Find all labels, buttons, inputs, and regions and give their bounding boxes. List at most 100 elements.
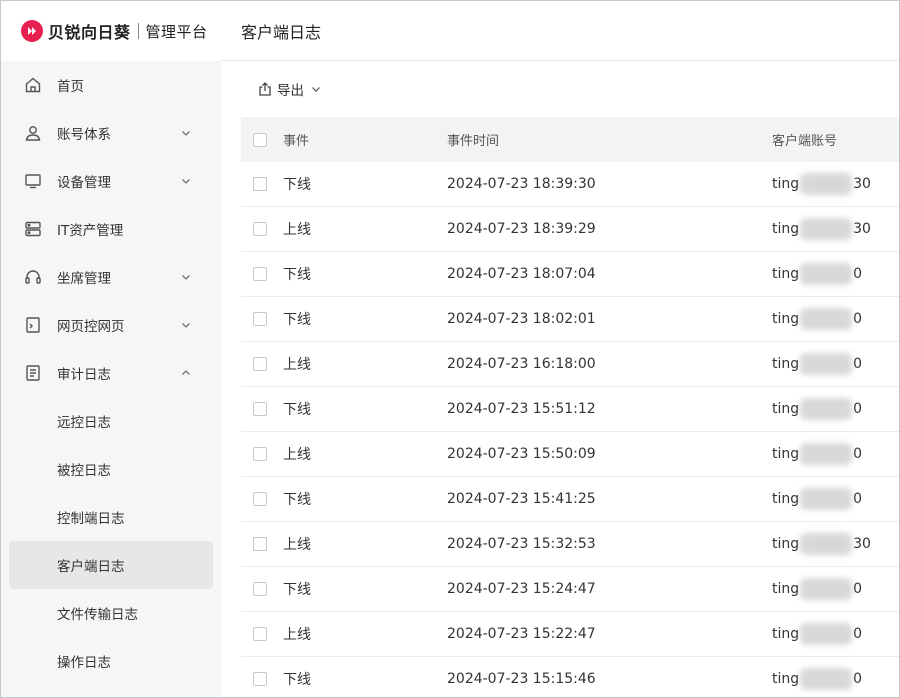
sidebar-subitem-remote-control-log[interactable]: 远控日志	[1, 397, 221, 445]
table-row[interactable]: 上线 2024-07-23 16:18:00 ting 0	[241, 342, 899, 387]
sidebar-item-it-assets[interactable]: IT资产管理	[1, 205, 221, 253]
table-row[interactable]: 下线 2024-07-23 18:02:01 ting 0	[241, 297, 899, 342]
account-suffix: 30	[853, 221, 871, 237]
redaction-blur	[800, 443, 853, 465]
sidebar-subitem-client-log[interactable]: 客户端日志	[9, 541, 213, 589]
table-row[interactable]: 下线 2024-07-23 15:24:47 ting 0	[241, 567, 899, 612]
account-prefix: ting	[772, 356, 800, 372]
chevron-down-icon[interactable]	[179, 174, 193, 188]
account-suffix: 30	[853, 536, 871, 552]
cell-time: 2024-07-23 15:51:12	[447, 401, 596, 417]
column-header-time: 事件时间	[447, 134, 500, 149]
sidebar-menu: 首页 账号体系 设备管理 IT资产管理 坐席管理 网页控网页 审计日志 远控日志…	[1, 61, 221, 685]
table-row[interactable]: 下线 2024-07-23 18:07:04 ting 0	[241, 252, 899, 297]
cell-time: 2024-07-23 18:07:04	[447, 266, 596, 282]
redaction-blur	[800, 578, 853, 600]
cell-time: 2024-07-23 18:02:01	[447, 311, 596, 327]
row-checkbox[interactable]	[253, 177, 267, 191]
table-row[interactable]: 上线 2024-07-23 15:50:09 ting 0	[241, 432, 899, 477]
user-icon	[23, 123, 43, 143]
row-checkbox[interactable]	[253, 402, 267, 416]
app-window: 贝锐向日葵 管理平台 首页 账号体系 设备管理 IT资产管理 坐席管理 网页控网…	[0, 0, 900, 698]
cell-event: 上线	[283, 222, 311, 238]
cell-account: ting 30	[772, 218, 871, 240]
table-header-row: 事件 事件时间 客户端账号	[241, 117, 899, 162]
sidebar-item-accounts[interactable]: 账号体系	[1, 109, 221, 157]
redaction-blur	[800, 353, 853, 375]
headset-icon	[23, 267, 43, 287]
brand-divider	[137, 23, 139, 39]
table-row[interactable]: 上线 2024-07-23 15:22:47 ting 0	[241, 612, 899, 657]
row-checkbox[interactable]	[253, 357, 267, 371]
brand-subtitle: 管理平台	[145, 22, 208, 41]
cell-event: 下线	[283, 312, 311, 328]
document-icon	[23, 363, 43, 383]
account-suffix: 0	[853, 356, 863, 372]
sidebar-subitem-operation-log[interactable]: 操作日志	[1, 637, 221, 685]
select-all-checkbox[interactable]	[253, 132, 267, 147]
table-row[interactable]: 下线 2024-07-23 15:15:46 ting 0	[241, 657, 899, 697]
sidebar-subitem-file-transfer-log[interactable]: 文件传输日志	[1, 589, 221, 637]
row-checkbox[interactable]	[253, 627, 267, 641]
row-checkbox[interactable]	[253, 492, 267, 506]
account-prefix: ting	[772, 266, 800, 282]
row-checkbox[interactable]	[253, 537, 267, 551]
webpage-icon	[23, 315, 43, 335]
sunlogin-logo-icon	[21, 20, 43, 42]
row-checkbox[interactable]	[253, 582, 267, 596]
sidebar-item-webpage-control[interactable]: 网页控网页	[1, 301, 221, 349]
chevron-down-icon	[312, 87, 320, 92]
account-suffix: 0	[853, 446, 863, 462]
cell-event: 下线	[283, 672, 311, 688]
sidebar-item-audit-logs[interactable]: 审计日志	[1, 349, 221, 397]
cell-event: 下线	[283, 402, 311, 418]
brand[interactable]: 贝锐向日葵 管理平台	[1, 1, 221, 61]
table-row[interactable]: 上线 2024-07-23 18:39:29 ting 30	[241, 207, 899, 252]
row-checkbox[interactable]	[253, 672, 267, 686]
account-suffix: 0	[853, 266, 863, 282]
sidebar-item-label: 设备管理	[57, 175, 111, 191]
cell-event: 上线	[283, 447, 311, 463]
row-checkbox[interactable]	[253, 312, 267, 326]
table-row[interactable]: 下线 2024-07-23 18:39:30 ting 30	[241, 162, 899, 207]
chevron-up-icon[interactable]	[179, 366, 193, 380]
account-prefix: ting	[772, 446, 800, 462]
sidebar-item-home[interactable]: 首页	[1, 61, 221, 109]
sidebar-subitem-controller-log[interactable]: 控制端日志	[1, 493, 221, 541]
cell-account: ting 0	[772, 263, 862, 285]
cell-account: ting 0	[772, 488, 862, 510]
cell-time: 2024-07-23 16:18:00	[447, 356, 596, 372]
account-prefix: ting	[772, 581, 800, 597]
cell-account: ting 0	[772, 623, 862, 645]
table-row[interactable]: 上线 2024-07-23 15:32:53 ting 30	[241, 522, 899, 567]
sidebar-item-label: 账号体系	[57, 127, 111, 143]
sidebar-item-devices[interactable]: 设备管理	[1, 157, 221, 205]
cell-event: 下线	[283, 267, 311, 283]
row-checkbox[interactable]	[253, 267, 267, 281]
table-row[interactable]: 下线 2024-07-23 15:41:25 ting 0	[241, 477, 899, 522]
cell-event: 上线	[283, 627, 311, 643]
cell-event: 下线	[283, 582, 311, 598]
cell-time: 2024-07-23 15:15:46	[447, 671, 596, 687]
row-checkbox[interactable]	[253, 447, 267, 461]
row-checkbox[interactable]	[253, 222, 267, 236]
chevron-down-icon[interactable]	[179, 318, 193, 332]
account-prefix: ting	[772, 536, 800, 552]
redaction-blur	[800, 398, 853, 420]
cell-event: 下线	[283, 177, 311, 193]
account-suffix: 0	[853, 491, 863, 507]
chevron-down-icon[interactable]	[179, 126, 193, 140]
column-header-event: 事件	[283, 134, 310, 149]
export-button[interactable]: 导出	[257, 79, 322, 99]
client-log-table: 事件 事件时间 客户端账号 下线 2024-07-23 18:39:30 tin…	[241, 117, 899, 697]
sidebar-item-seats[interactable]: 坐席管理	[1, 253, 221, 301]
cell-time: 2024-07-23 18:39:30	[447, 176, 596, 192]
sidebar: 贝锐向日葵 管理平台 首页 账号体系 设备管理 IT资产管理 坐席管理 网页控网…	[1, 1, 221, 697]
table-row[interactable]: 下线 2024-07-23 15:51:12 ting 0	[241, 387, 899, 432]
sidebar-subitem-controlled-log[interactable]: 被控日志	[1, 445, 221, 493]
chevron-down-icon[interactable]	[179, 270, 193, 284]
redaction-blur	[800, 668, 853, 690]
account-suffix: 0	[853, 626, 863, 642]
account-suffix: 0	[853, 671, 863, 687]
account-suffix: 30	[853, 176, 871, 192]
